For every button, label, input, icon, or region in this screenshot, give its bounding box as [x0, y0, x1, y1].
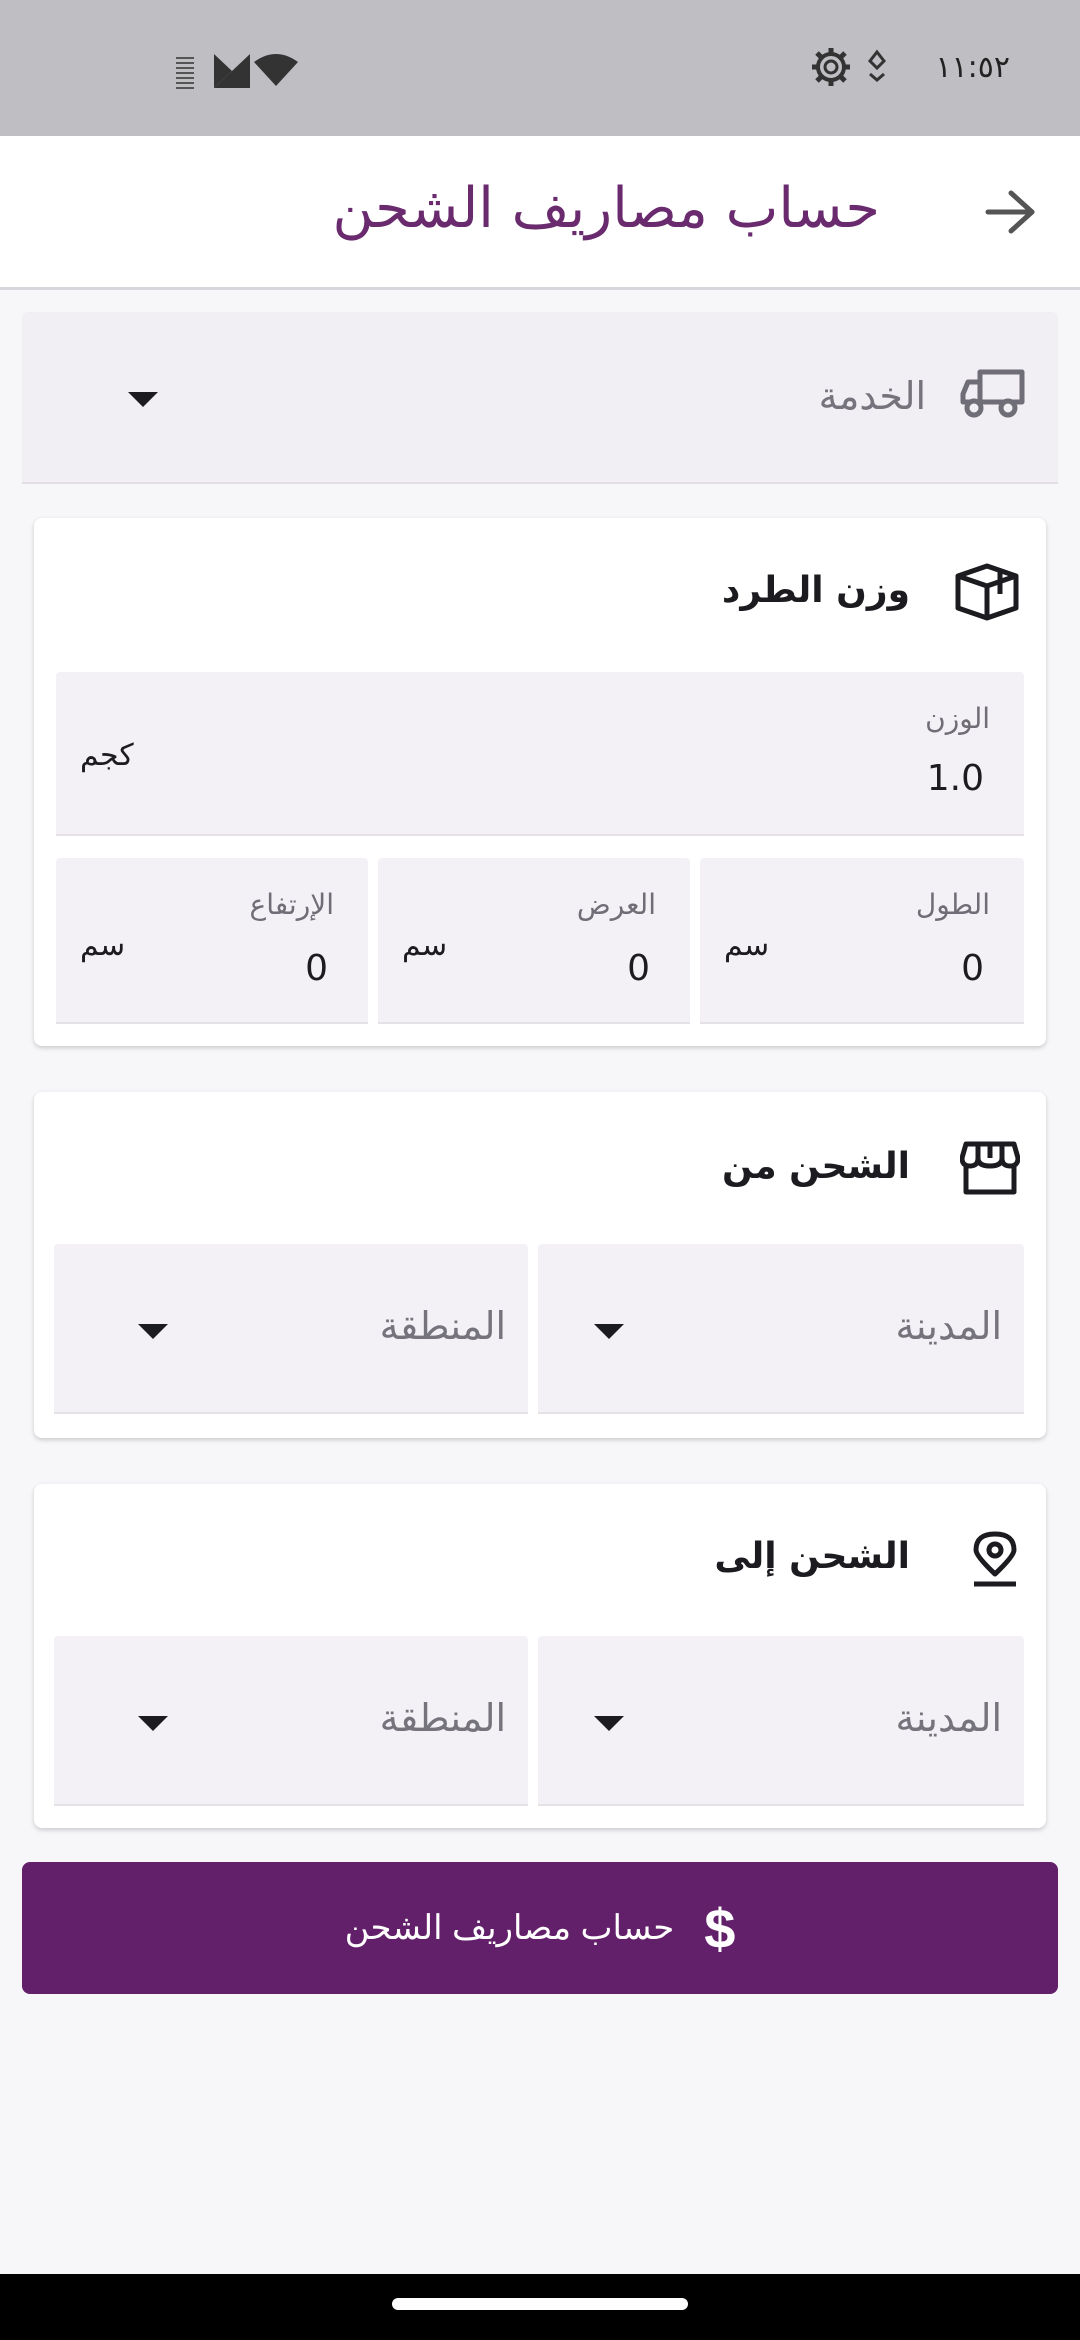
height-value: 0 — [305, 948, 328, 989]
ship-to-region-label: المنطقة — [379, 1696, 506, 1740]
width-value: 0 — [627, 948, 650, 989]
chevron-down-icon — [138, 1716, 168, 1731]
ship-from-region-dropdown[interactable]: المنطقة — [54, 1244, 528, 1414]
location-pin-icon — [970, 1530, 1020, 1592]
parcel-card: وزن الطرد الوزن 1.0 كجم الطول 0 سم العرض… — [34, 518, 1046, 1046]
chevron-down-icon — [594, 1324, 624, 1339]
back-button[interactable] — [970, 174, 1050, 254]
ship-from-region-label: المنطقة — [379, 1304, 506, 1348]
width-unit: سم — [402, 928, 448, 963]
weight-value: 1.0 — [926, 758, 984, 799]
length-value: 0 — [961, 948, 984, 989]
length-field[interactable]: الطول 0 سم — [700, 858, 1024, 1024]
ship-from-city-label: المدينة — [895, 1304, 1002, 1348]
ship-to-title: الشحن إلى — [714, 1536, 910, 1577]
ship-from-title: الشحن من — [721, 1146, 910, 1187]
length-unit: سم — [724, 928, 770, 963]
truck-icon — [960, 368, 1026, 422]
store-icon — [959, 1140, 1021, 1200]
height-field[interactable]: الإرتفاع 0 سم — [56, 858, 368, 1024]
height-unit: سم — [80, 928, 126, 963]
ship-to-card: الشحن إلى المدينة المنطقة — [34, 1484, 1046, 1828]
dollar-icon: $ — [704, 1896, 736, 1960]
width-field[interactable]: العرض 0 سم — [378, 858, 690, 1024]
page-title: حساب مصاريف الشحن — [332, 176, 880, 241]
length-label: الطول — [915, 888, 990, 921]
wifi-icon — [254, 52, 298, 92]
arrow-back-icon — [984, 189, 1036, 239]
weight-label: الوزن — [925, 702, 990, 735]
home-handle[interactable] — [392, 2298, 688, 2310]
service-dropdown[interactable]: الخدمة — [22, 312, 1058, 484]
chevron-down-icon — [138, 1324, 168, 1339]
width-label: العرض — [576, 888, 656, 921]
calculate-shipping-button[interactable]: $ حساب مصاريف الشحن — [22, 1862, 1058, 1994]
ship-to-city-label: المدينة — [895, 1696, 1002, 1740]
chevron-down-icon — [128, 392, 158, 407]
calculate-button-label: حساب مصاريف الشحن — [344, 1909, 675, 1947]
package-icon — [954, 562, 1020, 626]
settings-gear-icon — [810, 46, 852, 92]
ship-to-city-dropdown[interactable]: المدينة — [538, 1636, 1024, 1806]
ship-to-region-dropdown[interactable]: المنطقة — [54, 1636, 528, 1806]
navigation-bar — [0, 2274, 1080, 2340]
app-bar: حساب مصاريف الشحن — [0, 136, 1080, 290]
weight-field[interactable]: الوزن 1.0 كجم — [56, 672, 1024, 836]
service-label: الخدمة — [818, 374, 926, 418]
height-label: الإرتفاع — [249, 888, 334, 921]
signal-icon — [214, 54, 250, 92]
status-bar: ١١:٥٢ — [0, 0, 1080, 136]
ship-from-city-dropdown[interactable]: المدينة — [538, 1244, 1024, 1414]
status-time: ١١:٥٢ — [935, 50, 1010, 85]
weight-unit: كجم — [80, 738, 134, 773]
battery-icon — [174, 54, 196, 94]
chevron-down-icon — [594, 1716, 624, 1731]
parcel-title: وزن الطرد — [721, 570, 910, 611]
location-drop-icon — [862, 48, 892, 88]
ship-from-card: الشحن من المدينة المنطقة — [34, 1092, 1046, 1438]
